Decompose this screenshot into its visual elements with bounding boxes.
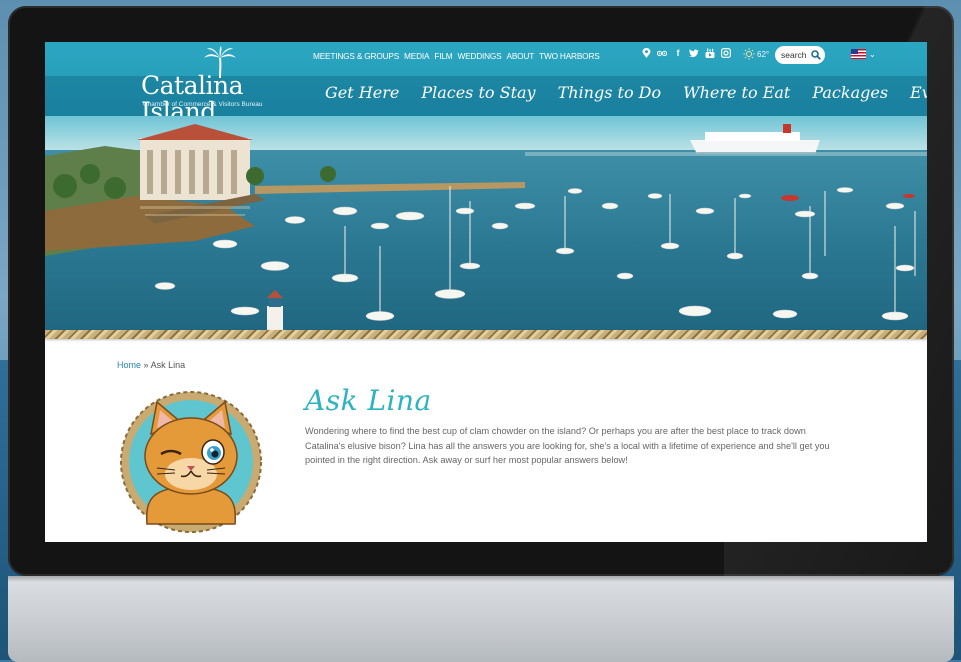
website-screen: Catalina Island Chamber of Commerce & Vi… (45, 42, 927, 542)
tripadvisor-icon[interactable] (657, 48, 667, 58)
util-nav-film[interactable]: FILM (434, 51, 452, 61)
search-icon[interactable] (810, 50, 821, 60)
util-nav-about[interactable]: ABOUT (506, 51, 534, 61)
breadcrumb-separator: » (143, 360, 149, 370)
monitor-chin (8, 576, 954, 662)
nav-events[interactable]: Events (910, 83, 927, 102)
language-selector[interactable]: ⌄ (851, 49, 876, 59)
search-input[interactable]: search (775, 46, 825, 64)
breadcrumb: Home » Ask Lina (117, 360, 185, 370)
weather-widget: 62° (743, 48, 769, 60)
nav-where-to-eat[interactable]: Where to Eat (683, 83, 790, 102)
util-nav-media[interactable]: MEDIA (404, 51, 429, 61)
youtube-icon[interactable] (705, 48, 715, 58)
chevron-down-icon: ⌄ (869, 49, 876, 59)
page-title: Ask Lina (305, 384, 432, 417)
logo-tagline: Chamber of Commerce & Visitors Bureau (143, 101, 263, 108)
util-nav-meetings[interactable]: MEETINGS & GROUPS (313, 51, 399, 61)
map-pin-icon[interactable] (641, 48, 651, 58)
rope-divider (45, 330, 927, 339)
instagram-icon[interactable] (721, 48, 731, 58)
twitter-icon[interactable] (689, 48, 699, 58)
site-logo[interactable]: Catalina Island Chamber of Commerce & Vi… (141, 46, 301, 125)
chin-shadow (8, 576, 954, 582)
util-nav-two-harbors[interactable]: TWO HARBORS (539, 51, 600, 61)
lina-avatar (117, 388, 265, 536)
hero-harbor-image (45, 116, 927, 338)
breadcrumb-home-link[interactable]: Home (117, 360, 141, 370)
search-placeholder: search (781, 50, 807, 60)
nav-things-to-do[interactable]: Things to Do (558, 83, 662, 102)
breadcrumb-current: Ask Lina (150, 360, 186, 370)
nav-get-here[interactable]: Get Here (325, 83, 399, 102)
intro-paragraph: Wondering where to find the best cup of … (305, 426, 830, 465)
utility-nav: MEETINGS & GROUPS MEDIA FILM WEDDINGS AB… (313, 51, 600, 61)
util-nav-weddings[interactable]: WEDDINGS (457, 51, 501, 61)
us-flag-icon (851, 49, 866, 59)
sun-icon (743, 48, 755, 60)
social-links: f (641, 48, 731, 58)
weather-temperature: 62° (757, 49, 770, 59)
facebook-icon[interactable]: f (673, 48, 683, 58)
nav-places-to-stay[interactable]: Places to Stay (421, 83, 535, 102)
main-nav: Get Here Places to Stay Things to Do Whe… (325, 83, 927, 102)
nav-packages[interactable]: Packages (812, 83, 888, 102)
